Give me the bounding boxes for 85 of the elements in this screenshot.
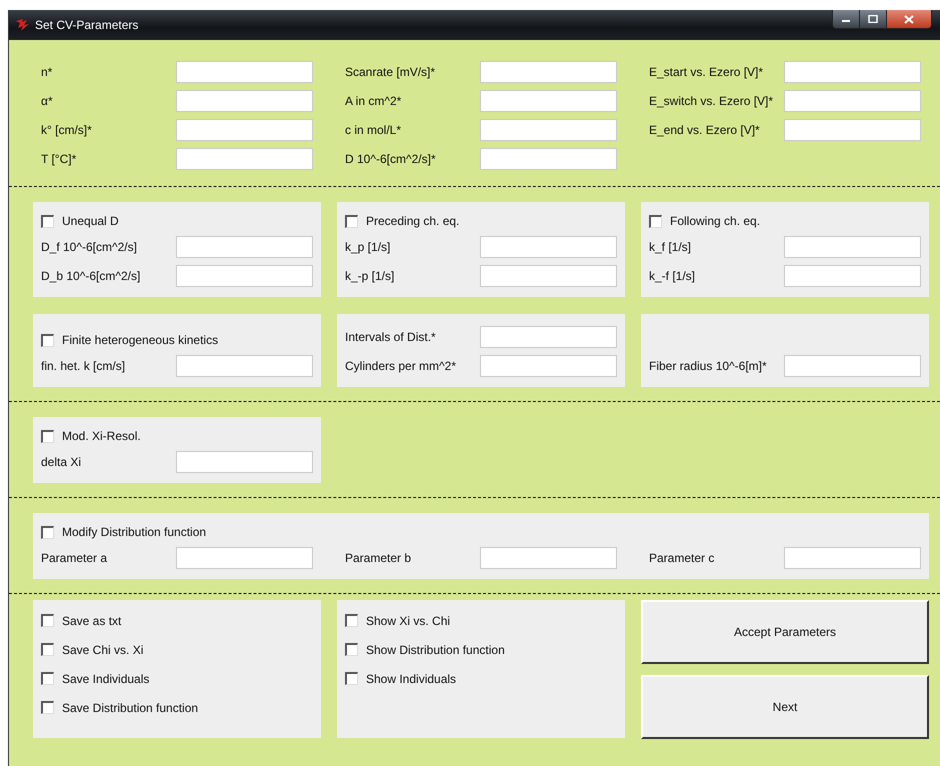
checkbox[interactable] (41, 614, 54, 627)
checkbox[interactable] (345, 672, 358, 685)
text-field[interactable] (480, 148, 617, 170)
checkbox-label: Following ch. eq. (670, 214, 760, 228)
checkbox[interactable] (41, 334, 54, 346)
checkbox-label: Preceding ch. eq. (366, 214, 460, 228)
text-field[interactable] (784, 60, 921, 82)
text-field[interactable] (176, 546, 313, 568)
field-label: D_b 10^-6[cm^2/s] (41, 268, 140, 282)
field-label: Parameter a (41, 550, 108, 564)
checkbox[interactable] (41, 214, 54, 228)
checkbox[interactable] (649, 214, 662, 228)
field-label: T [°C]* (41, 152, 76, 166)
text-field[interactable] (784, 118, 921, 140)
field-label: E_switch vs. Ezero [V]* (649, 94, 774, 108)
field-label: Scanrate [mV/s]* (345, 64, 436, 78)
text-field[interactable] (176, 354, 313, 376)
checkbox[interactable] (41, 430, 54, 442)
field-label: Fiber radius 10^-6[m]* (649, 358, 767, 372)
checkbox-label: Modify Distribution function (62, 525, 206, 539)
field-label: k_p [1/s] (345, 240, 390, 254)
text-field[interactable] (480, 118, 617, 140)
field-label: E_end vs. Ezero [V]* (649, 122, 760, 136)
field-label: α* (41, 94, 53, 108)
checkbox[interactable] (41, 672, 54, 685)
checkbox-label: Show Xi vs. Chi (366, 614, 450, 628)
field-label: E_start vs. Ezero [V]* (649, 64, 764, 78)
text-field[interactable] (176, 90, 313, 112)
checkbox[interactable] (345, 614, 358, 627)
field-label: n* (41, 64, 52, 78)
text-field[interactable] (480, 546, 617, 568)
close-icon (904, 14, 914, 24)
accept-button[interactable]: Accept Parameters (641, 600, 929, 664)
field-label: Cylinders per mm^2* (345, 358, 456, 372)
field-label: k_f [1/s] (649, 240, 692, 254)
text-field[interactable] (480, 90, 617, 112)
checkbox[interactable] (41, 701, 54, 714)
checkbox[interactable] (41, 643, 54, 656)
checkbox[interactable] (41, 526, 54, 538)
field-label: k° [cm/s]* (41, 122, 92, 136)
field-label: Parameter c (649, 550, 714, 564)
text-field[interactable] (480, 326, 617, 348)
field-label: fin. het. k [cm/s] (41, 358, 126, 372)
field-label: k_-f [1/s] (649, 268, 696, 282)
checkbox[interactable] (345, 214, 358, 228)
field-label: Parameter b (345, 550, 412, 564)
checkbox-label: Save Distribution function (62, 700, 198, 714)
text-field[interactable] (176, 236, 313, 258)
text-field[interactable] (480, 236, 617, 258)
text-field[interactable] (176, 450, 313, 472)
text-field[interactable] (480, 60, 617, 82)
maximize-button[interactable] (860, 10, 887, 28)
text-field[interactable] (176, 60, 313, 82)
field-label: D_f 10^-6[cm^2/s] (41, 240, 137, 254)
text-field[interactable] (176, 148, 313, 170)
field-label: A in cm^2* (345, 94, 402, 108)
checkbox-label: Show Individuals (366, 672, 456, 686)
text-field[interactable] (784, 90, 921, 112)
checkbox-label: Mod. Xi-Resol. (62, 429, 141, 443)
field-label: D 10^-6[cm^2/s]* (345, 152, 436, 166)
text-field[interactable] (480, 354, 617, 376)
text-field[interactable] (784, 236, 921, 258)
checkbox-label: Save Chi vs. Xi (62, 642, 144, 656)
text-field[interactable] (784, 546, 921, 568)
checkbox-label: Save Individuals (62, 672, 150, 686)
checkbox-label: Save as txt (62, 614, 122, 628)
field-label: Intervals of Dist.* (345, 330, 436, 344)
checkbox[interactable] (345, 643, 358, 656)
text-field[interactable] (784, 354, 921, 376)
checkbox-label: Show Distribution function (366, 642, 505, 656)
maximize-icon (868, 15, 878, 23)
next-button[interactable]: Next (641, 675, 929, 739)
field-label: delta Xi (41, 454, 82, 468)
window-title: Set CV-Parameters (35, 18, 138, 32)
checkbox-label: Unequal D (62, 214, 119, 228)
text-field[interactable] (480, 264, 617, 286)
checkbox-label: Finite heterogeneous kinetics (62, 333, 218, 347)
text-field[interactable] (176, 118, 313, 140)
minimize-button[interactable] (833, 10, 860, 28)
field-label: k_-p [1/s] (345, 268, 394, 282)
text-field[interactable] (784, 264, 921, 286)
text-field[interactable] (176, 264, 313, 286)
close-button[interactable] (887, 10, 931, 28)
feather-logo-icon (15, 18, 31, 32)
field-label: c in mol/L* (345, 122, 402, 136)
